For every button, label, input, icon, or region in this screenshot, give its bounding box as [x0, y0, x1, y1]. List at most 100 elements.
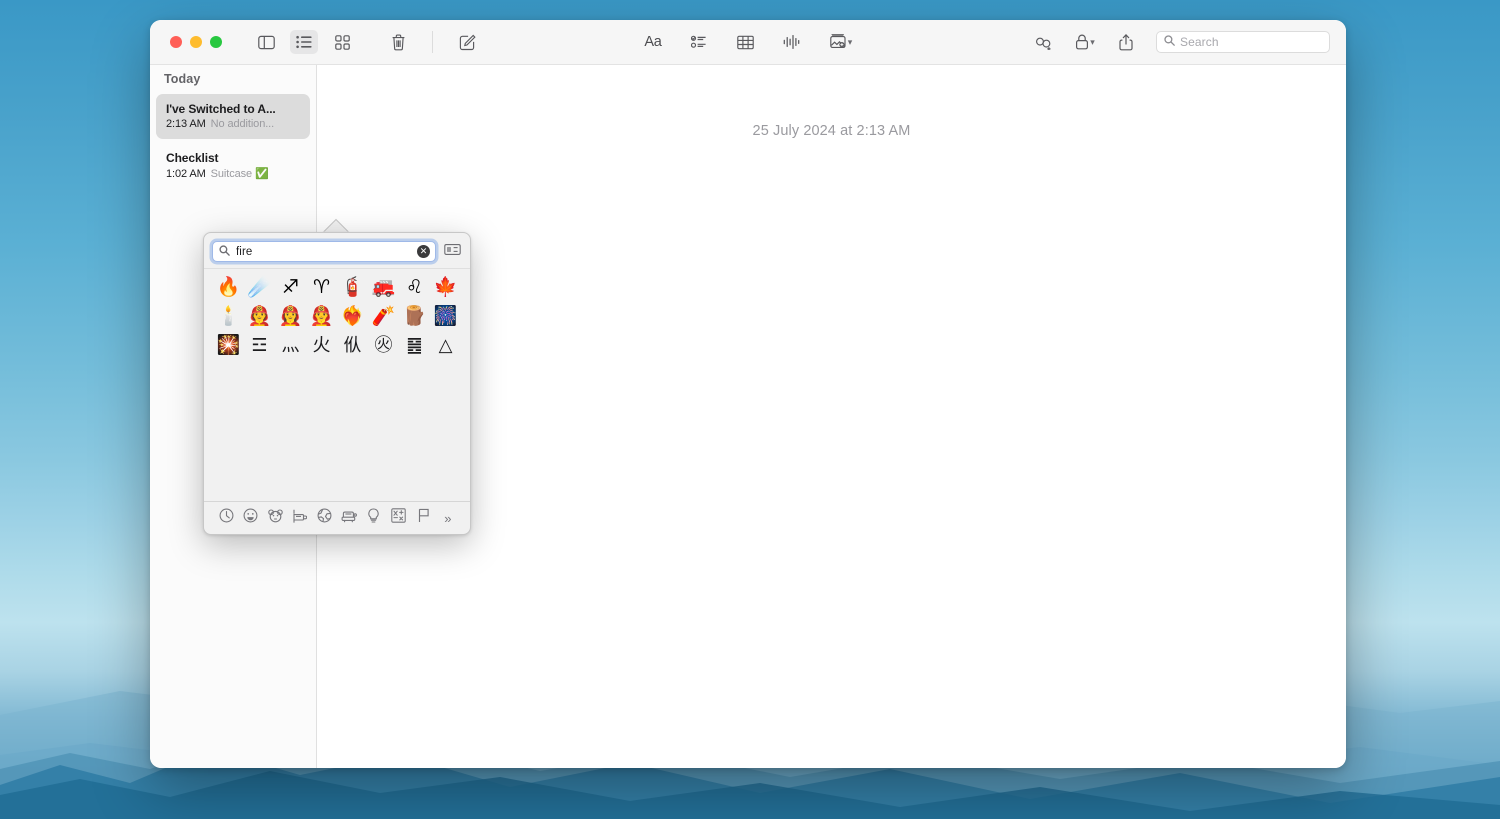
emoji-result[interactable]: 🕯️: [213, 302, 244, 331]
chevron-down-icon: ▾: [1090, 37, 1095, 48]
share-button[interactable]: [1112, 30, 1140, 54]
collaborate-icon: [1035, 35, 1053, 50]
emoji-category-animals-and-nature[interactable]: [266, 509, 284, 527]
list-view-button[interactable]: [290, 30, 318, 54]
emoji-search-input[interactable]: fire ✕: [212, 241, 436, 262]
activity-icon: [341, 509, 357, 528]
note-title: Checklist: [166, 151, 300, 165]
chevron-double-right-icon: »: [444, 511, 451, 526]
emoji-result[interactable]: ♈: [306, 273, 337, 302]
emoji-category-symbols[interactable]: [390, 509, 408, 527]
gallery-view-icon: [335, 35, 350, 50]
emoji-result[interactable]: 🧑‍🚒: [244, 302, 275, 331]
checklist-button[interactable]: [685, 30, 713, 54]
symbols-icon: [391, 508, 406, 528]
list-view-icon: [296, 35, 312, 49]
emoji-category-bar: »: [204, 502, 470, 534]
emoji-picker-popover: fire ✕ 🔥 ☄️ ♐ ♈ 🧯 🚒 ♌ 🍁 🕯️ 🧑‍🚒 👩‍🚒 👨‍: [203, 232, 471, 535]
emoji-category-travel-and-places[interactable]: [316, 509, 334, 527]
search-placeholder: Search: [1180, 35, 1219, 49]
emoji-search-value: fire: [236, 246, 411, 258]
text-format-icon: Aa: [644, 34, 661, 50]
toolbar-divider: [432, 31, 433, 53]
note-time: 1:02 AM: [166, 168, 206, 180]
note-editor[interactable]: 25 July 2024 at 2:13 AM: [317, 65, 1346, 768]
clock-icon: [219, 508, 234, 528]
emoji-category-food-and-drink[interactable]: [291, 509, 309, 527]
note-title: I've Switched to A...: [166, 102, 300, 116]
keyboard-icon: [444, 243, 461, 261]
text-format-button[interactable]: Aa: [639, 30, 667, 54]
emoji-result[interactable]: 🔥: [213, 273, 244, 302]
emoji-result[interactable]: ❤️‍🔥: [337, 302, 368, 331]
checklist-icon: [691, 35, 707, 49]
flag-icon: [417, 508, 430, 528]
clear-search-button[interactable]: ✕: [417, 245, 430, 258]
media-button[interactable]: ▾: [823, 30, 857, 54]
emoji-results-grid[interactable]: 🔥 ☄️ ♐ ♈ 🧯 🚒 ♌ 🍁 🕯️ 🧑‍🚒 👩‍🚒 👨‍🚒 ❤️‍🔥 🧨 🪵…: [204, 268, 470, 502]
list-item[interactable]: I've Switched to A... 2:13 AM No addition…: [156, 94, 310, 139]
panda-icon: [268, 509, 283, 528]
note-subtitle: 1:02 AM Suitcase ✅: [166, 167, 300, 180]
note-date-header: 25 July 2024 at 2:13 AM: [317, 65, 1346, 139]
window-toolbar: Aa: [150, 20, 1346, 65]
emoji-result[interactable]: 火: [306, 331, 337, 360]
compose-icon: [459, 34, 476, 51]
keyboard-layout-button[interactable]: [443, 244, 462, 259]
emoji-result[interactable]: 灬: [275, 331, 306, 360]
lock-note-button[interactable]: ▾: [1070, 30, 1100, 54]
compose-note-button[interactable]: [453, 30, 481, 54]
emoji-result[interactable]: ♐: [275, 273, 306, 302]
minimize-button[interactable]: [190, 36, 202, 48]
emoji-result[interactable]: ☄️: [244, 273, 275, 302]
emoji-result[interactable]: ䷝: [399, 331, 430, 360]
emoji-result[interactable]: 🧨: [368, 302, 399, 331]
note-subtitle: 2:13 AM No addition...: [166, 118, 300, 130]
emoji-category-activity[interactable]: [340, 509, 358, 527]
popover-tail: [322, 218, 350, 233]
waveform-icon: [783, 34, 800, 50]
emoji-result[interactable]: ♌: [399, 273, 430, 302]
note-snippet: Suitcase ✅: [211, 168, 269, 180]
emoji-result[interactable]: 🎇: [213, 331, 244, 360]
sidebar-toggle-button[interactable]: [252, 30, 280, 54]
traffic-light-controls: [150, 36, 222, 48]
sidebar-icon: [258, 35, 275, 50]
emoji-category-objects[interactable]: [365, 509, 383, 527]
audio-recording-button[interactable]: [777, 30, 805, 54]
zoom-button[interactable]: [210, 36, 222, 48]
emoji-category-flags[interactable]: [414, 509, 432, 527]
emoji-result[interactable]: ㊋: [368, 331, 399, 360]
gallery-view-button[interactable]: [328, 30, 356, 54]
emoji-result[interactable]: 㐺: [337, 331, 368, 360]
emoji-category-frequently-used[interactable]: [217, 509, 235, 527]
smiley-icon: [243, 508, 258, 528]
emoji-result[interactable]: 🎆: [430, 302, 461, 331]
toolbar-left-group: [252, 30, 481, 54]
emoji-result[interactable]: 👩‍🚒: [275, 302, 306, 331]
search-icon: [1164, 33, 1175, 51]
emoji-category-more[interactable]: »: [439, 509, 457, 527]
photo-icon: [828, 34, 847, 50]
list-item[interactable]: Checklist 1:02 AM Suitcase ✅: [156, 143, 310, 189]
globe-icon: [317, 508, 332, 528]
trash-icon: [391, 34, 406, 51]
emoji-result[interactable]: 🍁: [430, 273, 461, 302]
lightbulb-icon: [367, 508, 380, 528]
table-icon: [737, 35, 754, 50]
emoji-result[interactable]: 🚒: [368, 273, 399, 302]
note-time: 2:13 AM: [166, 118, 206, 130]
emoji-category-smileys-and-people[interactable]: [242, 509, 260, 527]
delete-note-button[interactable]: [384, 30, 412, 54]
note-snippet: No addition...: [211, 118, 274, 130]
emoji-result[interactable]: 🪵: [399, 302, 430, 331]
emoji-result[interactable]: ☲: [244, 331, 275, 360]
close-button[interactable]: [170, 36, 182, 48]
emoji-result[interactable]: △: [430, 331, 461, 360]
emoji-result[interactable]: 👨‍🚒: [306, 302, 337, 331]
search-input[interactable]: Search: [1156, 31, 1330, 53]
table-button[interactable]: [731, 30, 759, 54]
emoji-result[interactable]: 🧯: [337, 273, 368, 302]
toolbar-center-group: Aa: [639, 30, 857, 54]
collaborate-button[interactable]: [1030, 30, 1058, 54]
